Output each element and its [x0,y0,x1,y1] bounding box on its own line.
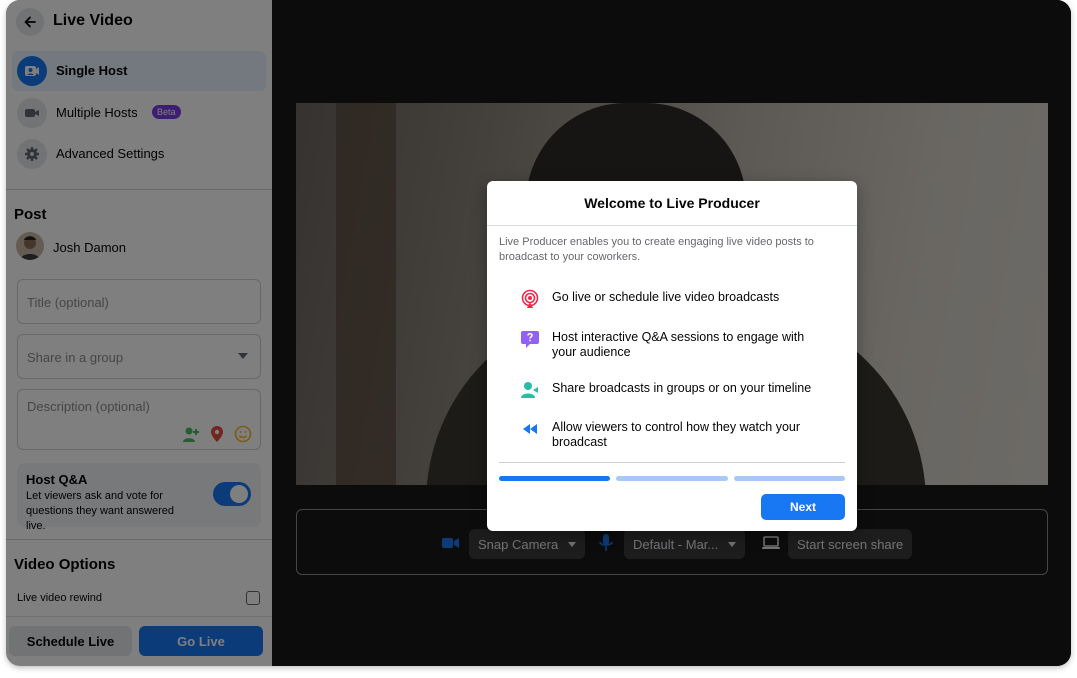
dialog-title: Welcome to Live Producer [584,195,760,211]
question-bubble-icon [519,328,541,350]
progress-step-1 [499,476,610,481]
divider [499,462,845,463]
feature-text: Host interactive Q&A sessions to engage … [552,330,805,359]
progress-step-2 [616,476,728,481]
divider [487,225,857,226]
next-button[interactable]: Next [761,494,845,520]
dialog-intro: Live Producer enables you to create enga… [499,236,814,263]
rewind-icon [519,418,541,440]
feature-text: Share broadcasts in groups or on your ti… [552,381,812,395]
feature-text: Allow viewers to control how they watch … [552,420,801,449]
feature-text: Go live or schedule live video broadcast… [552,290,780,304]
share-group-icon [519,379,541,401]
welcome-dialog: Welcome to Live Producer Live Producer e… [487,181,857,531]
progress-step-3 [734,476,845,481]
broadcast-icon [519,288,541,310]
app-window: Live Video Single Host Multiple Hosts Be… [6,0,1071,666]
